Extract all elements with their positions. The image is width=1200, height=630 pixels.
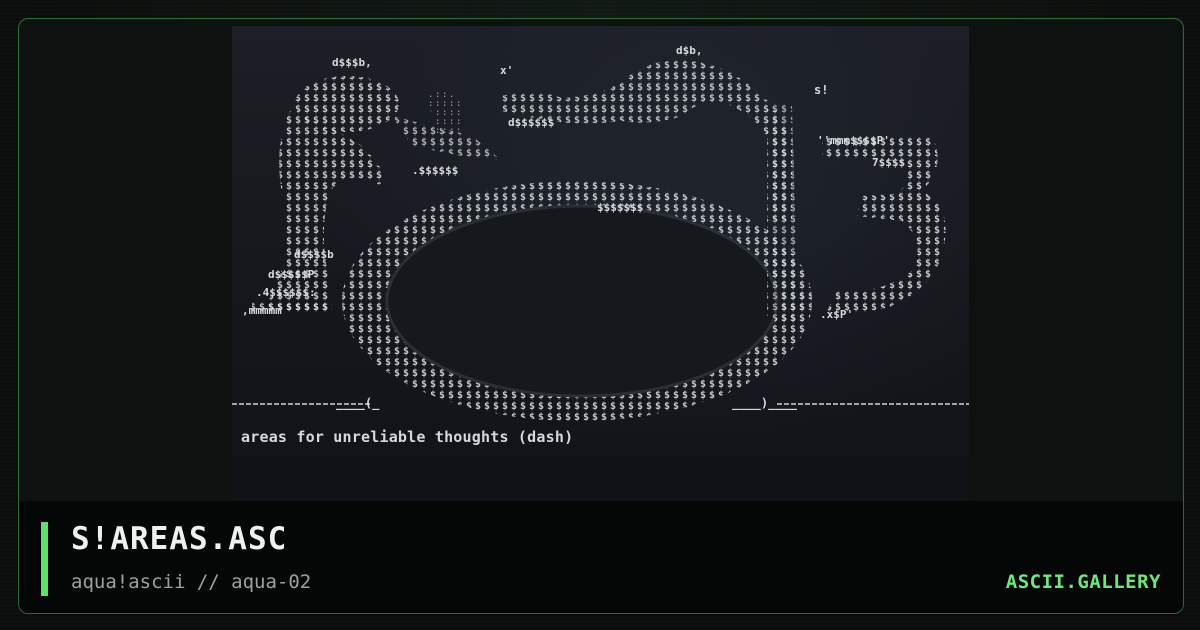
card-footer: S!AREAS.ASC aqua!ascii // aqua-02 ASCII.… [19,501,1183,613]
art-fragment-13: ,mmmmm [242,304,282,317]
art-caption: areas for unreliable thoughts (dash) [241,428,574,446]
artwork-subtitle: aqua!ascii // aqua-02 [71,571,312,593]
vertical-accent-bar-icon [41,522,48,596]
art-fragment-4: s! [814,83,828,97]
art-fragment-6: .$$$$$$ [412,164,458,177]
art-fragment-12: .4$$$$$$: [256,286,316,299]
art-shape-right-column [767,101,812,326]
art-fragment-15: ____(_ [336,396,380,411]
art-fragment-5: d$$$$$$ [508,116,554,129]
art-fragment-7: $$$$$$$ [597,201,643,214]
site-brand-link[interactable]: ASCII.GALLERY [1006,571,1161,593]
art-fragment-14: .x$P' [820,308,853,321]
art-fragment-8: ''mmm$$$$P' [817,134,890,147]
ascii-art-image: $ : [232,44,969,421]
art-fragment-10: d$$$$b [294,248,334,261]
artwork-title: S!AREAS.ASC [71,521,288,557]
art-fragment-9: 7$$$$ [872,156,905,169]
art-fragment-1: d$$$b, [332,56,372,69]
art-fragment-16: ____)____ [732,396,798,411]
art-fragment-2: x' [500,64,513,77]
gallery-card: $ : [18,18,1184,614]
art-lower-strip [232,456,969,506]
ascii-art-panel: $ : [232,26,969,506]
art-fragment-3: d$b, [676,44,703,57]
art-fragment-11: d$$$$$P [268,268,315,281]
